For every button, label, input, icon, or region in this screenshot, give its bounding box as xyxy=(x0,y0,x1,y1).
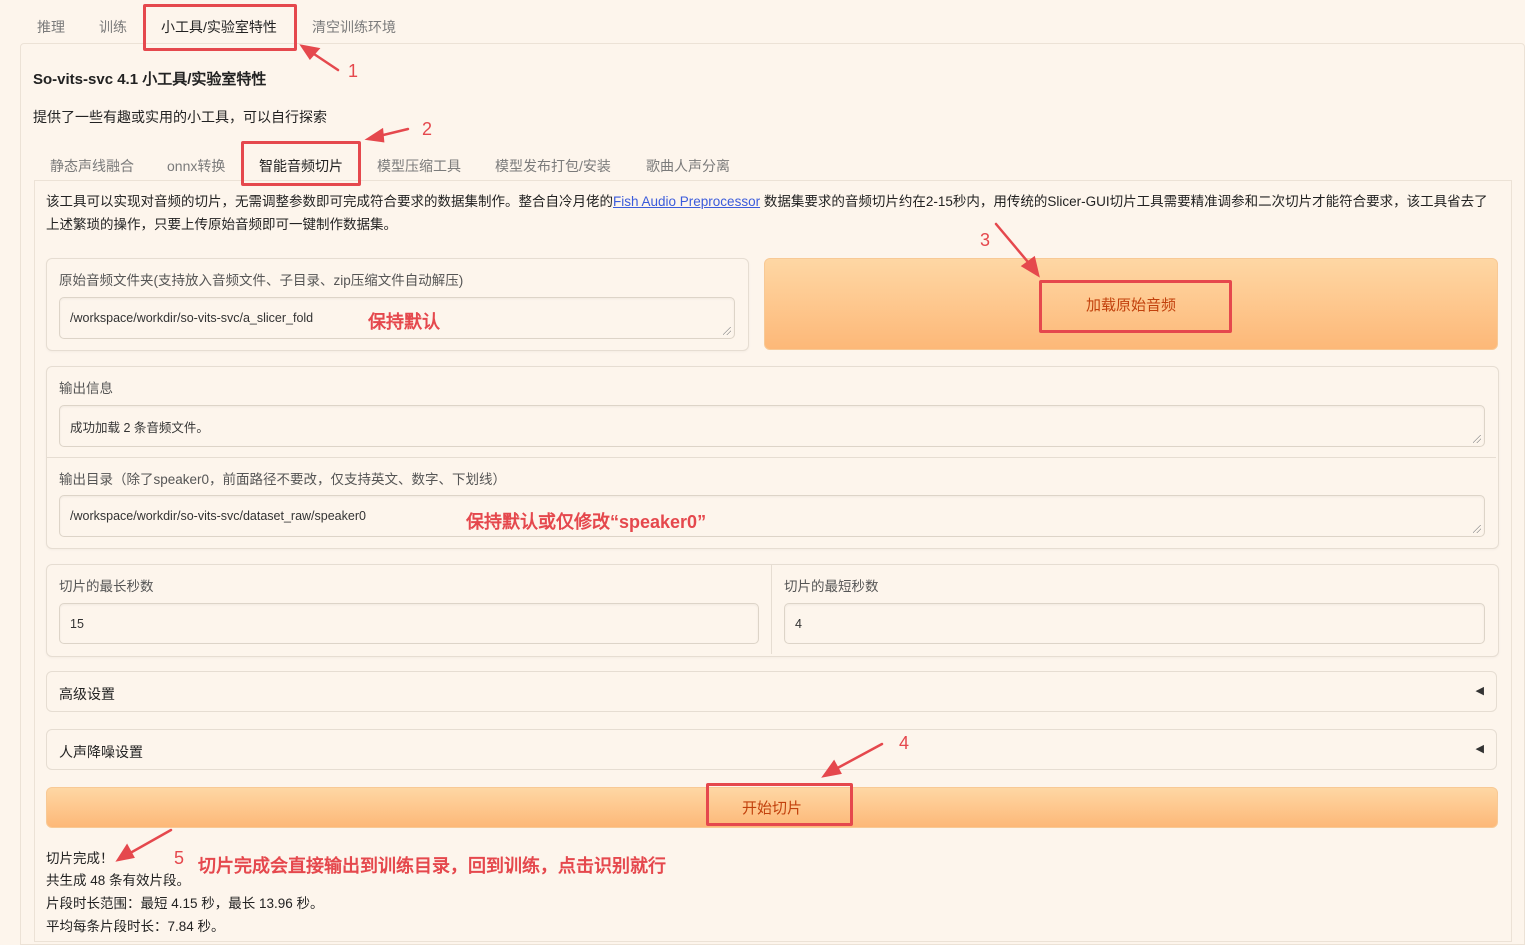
annotation-number-5: 5 xyxy=(174,848,185,868)
annotation-keep-default-or-modify: 保持默认或仅修改“speaker0” xyxy=(466,512,707,532)
annotation-arrows xyxy=(115,44,1040,862)
arrow-5-line xyxy=(123,828,173,858)
arrow-4-line xyxy=(830,742,884,773)
annotation-keep-default: 保持默认 xyxy=(368,312,440,332)
arrow-5-head xyxy=(115,843,135,862)
arrow-2-head xyxy=(364,127,385,143)
arrow-4-head xyxy=(821,759,842,778)
annotation-done-note: 切片完成会直接输出到训练目录，回到训练，点击识别就行 xyxy=(198,856,666,876)
annotation-number-3: 3 xyxy=(980,230,991,250)
annotation-number-1: 1 xyxy=(348,61,359,81)
annotation-number-2: 2 xyxy=(422,119,433,139)
annotation-number-4: 4 xyxy=(899,733,910,753)
